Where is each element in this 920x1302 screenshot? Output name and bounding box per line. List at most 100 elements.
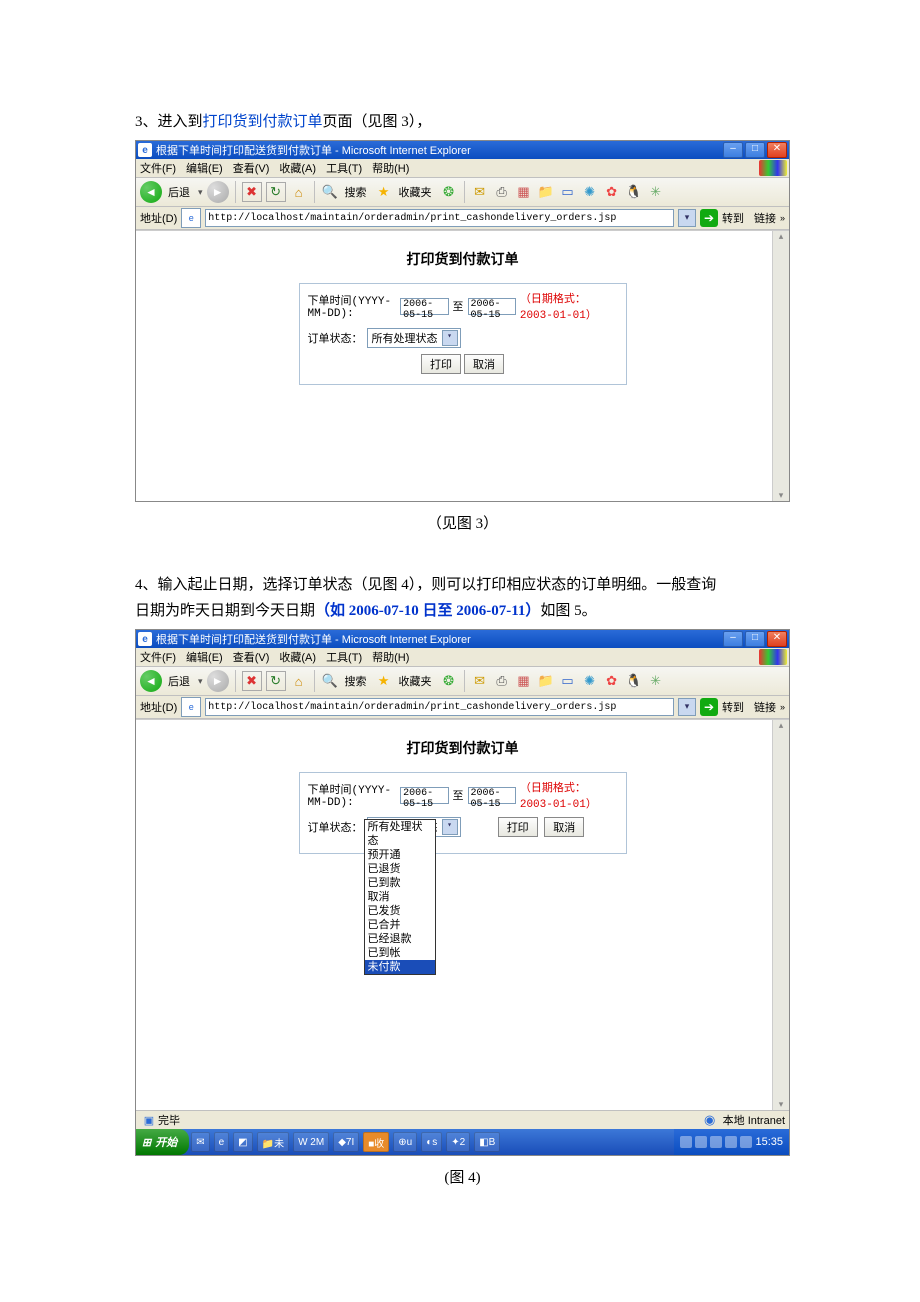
dropdown-option[interactable]: 已发货 [365,904,435,918]
menu-fav[interactable]: 收藏(A) [279,160,316,176]
forward-button[interactable]: ► [207,181,229,203]
task-item[interactable]: ◧B [474,1132,500,1152]
links-label[interactable]: 链接 [754,210,776,226]
search-icon[interactable]: 🔍 [321,183,339,201]
antivirus-icon[interactable]: ✺ [581,183,599,201]
task-item[interactable]: ◆7I [333,1132,359,1152]
print-icon[interactable]: ⎙ [493,672,511,690]
menu-tools[interactable]: 工具(T) [326,160,362,176]
stop-icon[interactable]: ✖ [242,671,262,691]
task-item[interactable]: ⊕u [393,1132,417,1152]
home-icon[interactable]: ⌂ [290,672,308,690]
go-button[interactable]: ➔ [700,209,718,227]
refresh-icon[interactable]: ↻ [266,182,286,202]
date-to-input[interactable]: 2006-05-15 [468,298,516,315]
mail-icon[interactable]: ✉ [471,183,489,201]
minimize-button[interactable]: – [723,142,743,158]
minimize-button[interactable]: – [723,631,743,647]
dropdown-option[interactable]: 已退货 [365,862,435,876]
address-bar: 地址(D) e http://localhost/maintain/ordera… [136,696,789,719]
flag-icon[interactable]: ✿ [603,183,621,201]
date-to-input[interactable]: 2006-05-15 [468,787,516,804]
qq-icon[interactable]: 🐧 [625,672,643,690]
menu-help[interactable]: 帮助(H) [372,160,409,176]
antivirus-icon[interactable]: ✺ [581,672,599,690]
stop-icon[interactable]: ✖ [242,182,262,202]
address-input[interactable]: http://localhost/maintain/orderadmin/pri… [205,698,674,716]
start-button[interactable]: ⊞ 开始 [136,1129,189,1155]
dropdown-option[interactable]: 已到帐 [365,946,435,960]
history-icon[interactable]: ❂ [440,672,458,690]
scrollbar[interactable] [772,231,789,501]
search-icon[interactable]: 🔍 [321,672,339,690]
history-icon[interactable]: ❂ [440,183,458,201]
status-select[interactable]: 所有处理状态 ▾ [367,328,461,348]
tray-icon[interactable] [680,1136,692,1148]
favorites-icon[interactable]: ★ [375,183,393,201]
qq-icon[interactable]: 🐧 [625,183,643,201]
task-item[interactable]: 📁未 [257,1132,289,1152]
menu-tools[interactable]: 工具(T) [326,649,362,665]
task-item[interactable]: e [214,1132,230,1152]
favorites-icon[interactable]: ★ [375,672,393,690]
gear-icon[interactable]: ✳ [647,672,665,690]
print-button[interactable]: 打印 [498,817,538,837]
scrollbar[interactable] [772,720,789,1110]
address-input[interactable]: http://localhost/maintain/orderadmin/pri… [205,209,674,227]
tray-icon[interactable] [695,1136,707,1148]
menu-file[interactable]: 文件(F) [140,160,176,176]
dropdown-option[interactable]: 未付款 [365,960,435,974]
tray-icon[interactable] [725,1136,737,1148]
folder-icon[interactable]: 📁 [537,672,555,690]
dropdown-option[interactable]: 已到款 [365,876,435,890]
task-item[interactable]: ◐s [421,1132,442,1152]
dropdown-option[interactable]: 所有处理状态 [365,820,435,848]
cancel-button[interactable]: 取消 [464,354,504,374]
address-dropdown-icon[interactable]: ▾ [678,209,696,227]
print-button[interactable]: 打印 [421,354,461,374]
maximize-button[interactable]: □ [745,142,765,158]
menu-help[interactable]: 帮助(H) [372,649,409,665]
print-icon[interactable]: ⎙ [493,183,511,201]
status-dropdown-list[interactable]: 所有处理状态预开通已退货已到款取消已发货已合并已经退款已到帐未付款 [364,819,436,975]
address-dropdown-icon[interactable]: ▾ [678,698,696,716]
close-button[interactable]: ✕ [767,142,787,158]
task-item[interactable]: ✦2 [446,1132,470,1152]
task-item[interactable]: W 2M [293,1132,329,1152]
menu-edit[interactable]: 编辑(E) [186,649,223,665]
mail-icon[interactable]: ✉ [471,672,489,690]
cancel-button[interactable]: 取消 [544,817,584,837]
menu-view[interactable]: 查看(V) [233,160,270,176]
page-icon[interactable]: ▭ [559,672,577,690]
page-icon[interactable]: ▭ [559,183,577,201]
task-item[interactable]: ✉ [191,1132,209,1152]
go-button[interactable]: ➔ [700,698,718,716]
task-item[interactable]: ■收 [363,1132,389,1152]
menu-file[interactable]: 文件(F) [140,649,176,665]
dropdown-option[interactable]: 已合并 [365,918,435,932]
tray-icon[interactable] [740,1136,752,1148]
menu-fav[interactable]: 收藏(A) [279,649,316,665]
back-button[interactable]: ◄ [140,670,162,692]
dropdown-option[interactable]: 取消 [365,890,435,904]
refresh-icon[interactable]: ↻ [266,671,286,691]
links-label[interactable]: 链接 [754,699,776,715]
maximize-button[interactable]: □ [745,631,765,647]
task-item[interactable]: ◩ [233,1132,252,1152]
menu-view[interactable]: 查看(V) [233,649,270,665]
forward-button[interactable]: ► [207,670,229,692]
close-button[interactable]: ✕ [767,631,787,647]
gear-icon[interactable]: ✳ [647,183,665,201]
back-button[interactable]: ◄ [140,181,162,203]
tray-icon[interactable] [710,1136,722,1148]
folder-icon[interactable]: 📁 [537,183,555,201]
date-from-input[interactable]: 2006-05-15 [400,298,448,315]
home-icon[interactable]: ⌂ [290,183,308,201]
menu-edit[interactable]: 编辑(E) [186,160,223,176]
dropdown-option[interactable]: 预开通 [365,848,435,862]
edit-icon[interactable]: ▦ [515,672,533,690]
flag-icon[interactable]: ✿ [603,672,621,690]
edit-icon[interactable]: ▦ [515,183,533,201]
dropdown-option[interactable]: 已经退款 [365,932,435,946]
date-from-input[interactable]: 2006-05-15 [400,787,448,804]
